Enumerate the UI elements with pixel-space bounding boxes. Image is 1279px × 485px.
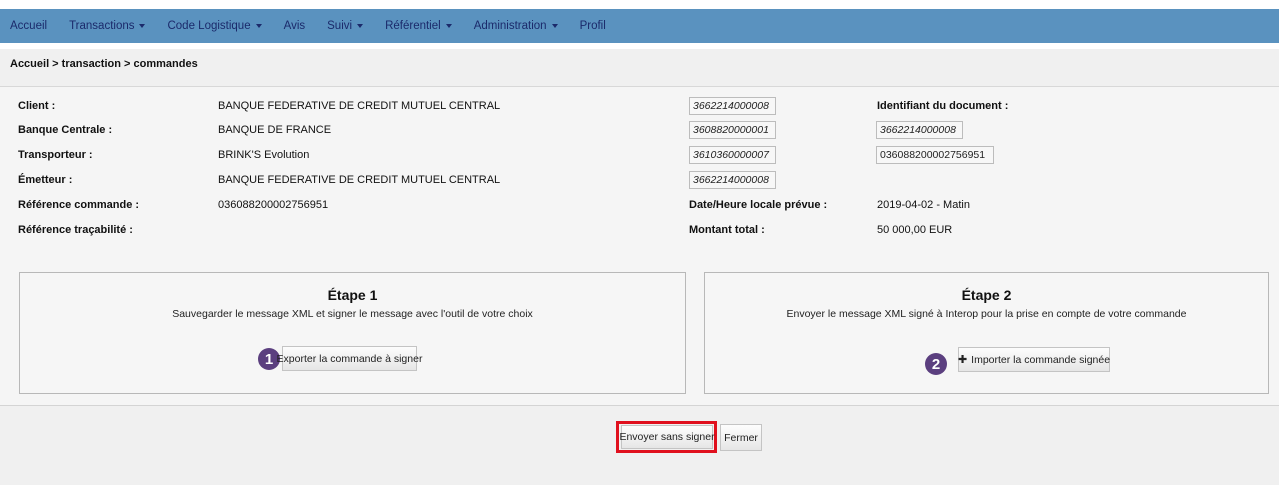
nav-item-accueil[interactable]: Accueil [10, 20, 47, 32]
breadcrumb-bar: Accueil > transaction > commandes [0, 49, 1279, 87]
transporteur-value: BRINK'S Evolution [218, 149, 310, 161]
nav-item-label: Avis [283, 20, 306, 32]
step-2-title: Étape 2 [961, 287, 1012, 303]
caret-down-icon [357, 24, 364, 28]
identifiant-document-label: Identifiant du document : [877, 100, 1009, 112]
date-heure-value: 2019-04-02 - Matin [877, 199, 970, 211]
nav-item-label: Administration [473, 20, 547, 32]
nav-item-administration[interactable]: Administration [474, 20, 558, 32]
identifiant-reference: 036088200002756951 [876, 146, 994, 164]
nav-item-referentiel[interactable]: Référentiel [385, 20, 452, 32]
step-2-panel: Étape 2 Envoyer le message XML signé à I… [704, 272, 1269, 394]
export-order-button[interactable]: Exporter la commande à signer [277, 346, 422, 371]
step-1-title: Étape 1 [327, 287, 378, 303]
emetteur-code: 3662214000008 [689, 171, 776, 189]
export-order-button-label: Exporter la commande à signer [276, 352, 423, 365]
nav-item-label: Code Logistique [167, 20, 251, 32]
send-without-signing-button[interactable]: Envoyer sans signer [619, 425, 715, 449]
montant-total-label: Montant total : [689, 224, 765, 236]
montant-total-value: 50 000,00 EUR [877, 224, 953, 236]
import-signed-order-button[interactable]: ✚ Importer la commande signée [958, 347, 1110, 372]
transporteur-code: 3610360000007 [689, 146, 776, 164]
step-2-description: Envoyer le message XML signé à Interop p… [786, 308, 1187, 320]
nav-item-label: Référentiel [385, 20, 441, 32]
caret-down-icon [139, 24, 146, 28]
plus-icon: ✚ [957, 354, 968, 366]
date-heure-label: Date/Heure locale prévue : [689, 199, 828, 211]
close-button-label: Fermer [724, 431, 758, 444]
client-code: 3662214000008 [689, 97, 776, 115]
close-button[interactable]: Fermer [720, 424, 762, 451]
emetteur-label: Émetteur : [18, 174, 73, 186]
reference-tracabilite-label: Référence traçabilité : [18, 224, 133, 236]
banque-centrale-label: Banque Centrale : [18, 124, 113, 136]
nav-item-label: Accueil [10, 20, 48, 32]
nav-item-profil[interactable]: Profil [580, 20, 606, 32]
banque-centrale-code: 3608820000001 [689, 121, 776, 139]
nav-item-label: Profil [579, 20, 606, 32]
nav-item-label: Suivi [327, 20, 353, 32]
caret-down-icon [255, 24, 262, 28]
send-without-signing-label: Envoyer sans signer [619, 431, 715, 443]
main-nav: Accueil Transactions Code Logistique Avi… [0, 9, 1279, 43]
client-label: Client : [18, 100, 56, 112]
identifiant-code: 3662214000008 [876, 121, 963, 139]
reference-commande-label: Référence commande : [18, 199, 140, 211]
step-2-badge: 2 [925, 353, 947, 375]
nav-item-avis[interactable]: Avis [284, 20, 306, 32]
nav-item-suivi[interactable]: Suivi [327, 20, 364, 32]
nav-item-code-logistique[interactable]: Code Logistique [167, 20, 262, 32]
nav-item-transactions[interactable]: Transactions [69, 20, 146, 32]
breadcrumb: Accueil > transaction > commandes [10, 58, 198, 70]
caret-down-icon [551, 24, 558, 28]
client-value: BANQUE FEDERATIVE DE CREDIT MUTUEL CENTR… [218, 100, 501, 112]
caret-down-icon [445, 24, 452, 28]
transporteur-label: Transporteur : [18, 149, 93, 161]
reference-commande-value: 036088200002756951 [218, 199, 329, 211]
step-1-panel: Étape 1 Sauvegarder le message XML et si… [19, 272, 686, 394]
import-signed-order-button-label: Importer la commande signée [971, 353, 1111, 366]
banque-centrale-value: BANQUE DE FRANCE [218, 124, 332, 136]
emetteur-value: BANQUE FEDERATIVE DE CREDIT MUTUEL CENTR… [218, 174, 501, 186]
step-1-description: Sauvegarder le message XML et signer le … [172, 308, 533, 320]
nav-item-label: Transactions [69, 20, 135, 32]
